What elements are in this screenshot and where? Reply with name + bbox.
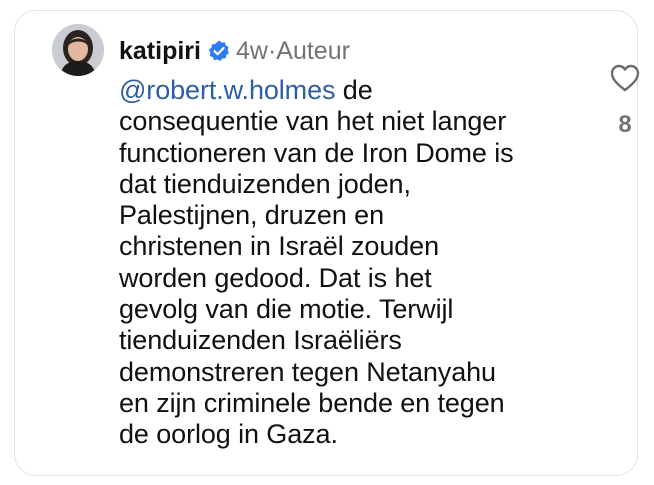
like-column: 8 bbox=[605, 63, 645, 139]
comment-header: katipiri 4w · Auteur bbox=[119, 31, 589, 71]
comment-line: functioneren van de Iron Dome is bbox=[119, 137, 514, 168]
username[interactable]: katipiri bbox=[119, 31, 201, 71]
comment-line: christenen in Israël zouden bbox=[119, 231, 439, 262]
verified-badge-icon bbox=[207, 39, 231, 63]
heart-outline-icon[interactable] bbox=[609, 63, 641, 93]
comment-line-text: de bbox=[335, 75, 373, 105]
comment-line: @robert.w.holmes de bbox=[119, 75, 589, 106]
comment-line: worden gedood. Dat is het bbox=[119, 262, 432, 293]
mention-link[interactable]: @robert.w.holmes bbox=[119, 75, 336, 105]
comment-line: tienduizenden Israëliërs bbox=[119, 325, 402, 356]
comment-content: katipiri 4w · Auteur @robert.w.holmes de… bbox=[119, 31, 589, 451]
comment-line: gevolg van die motie. Terwijl bbox=[119, 294, 454, 325]
comment-line: de oorlog in Gaza. bbox=[119, 419, 338, 450]
comment-line: demonstreren tegen Netanyahu bbox=[119, 356, 496, 387]
comment-line: Palestijnen, druzen en bbox=[119, 200, 384, 231]
comment-line: en zijn criminele bende en tegen bbox=[119, 387, 505, 418]
comment-timestamp: 4w bbox=[235, 37, 268, 65]
author-label: Auteur bbox=[276, 37, 350, 65]
comment-text: @robert.w.holmes de consequentie van het… bbox=[119, 75, 589, 451]
comment-line: dat tienduizenden joden, bbox=[119, 168, 411, 199]
avatar[interactable] bbox=[52, 24, 104, 76]
comment-line: consequentie van het niet langer bbox=[119, 106, 507, 137]
like-count: 8 bbox=[618, 111, 632, 138]
meta-separator: · bbox=[267, 37, 277, 65]
comment-card: katipiri 4w · Auteur @robert.w.holmes de… bbox=[14, 10, 640, 476]
